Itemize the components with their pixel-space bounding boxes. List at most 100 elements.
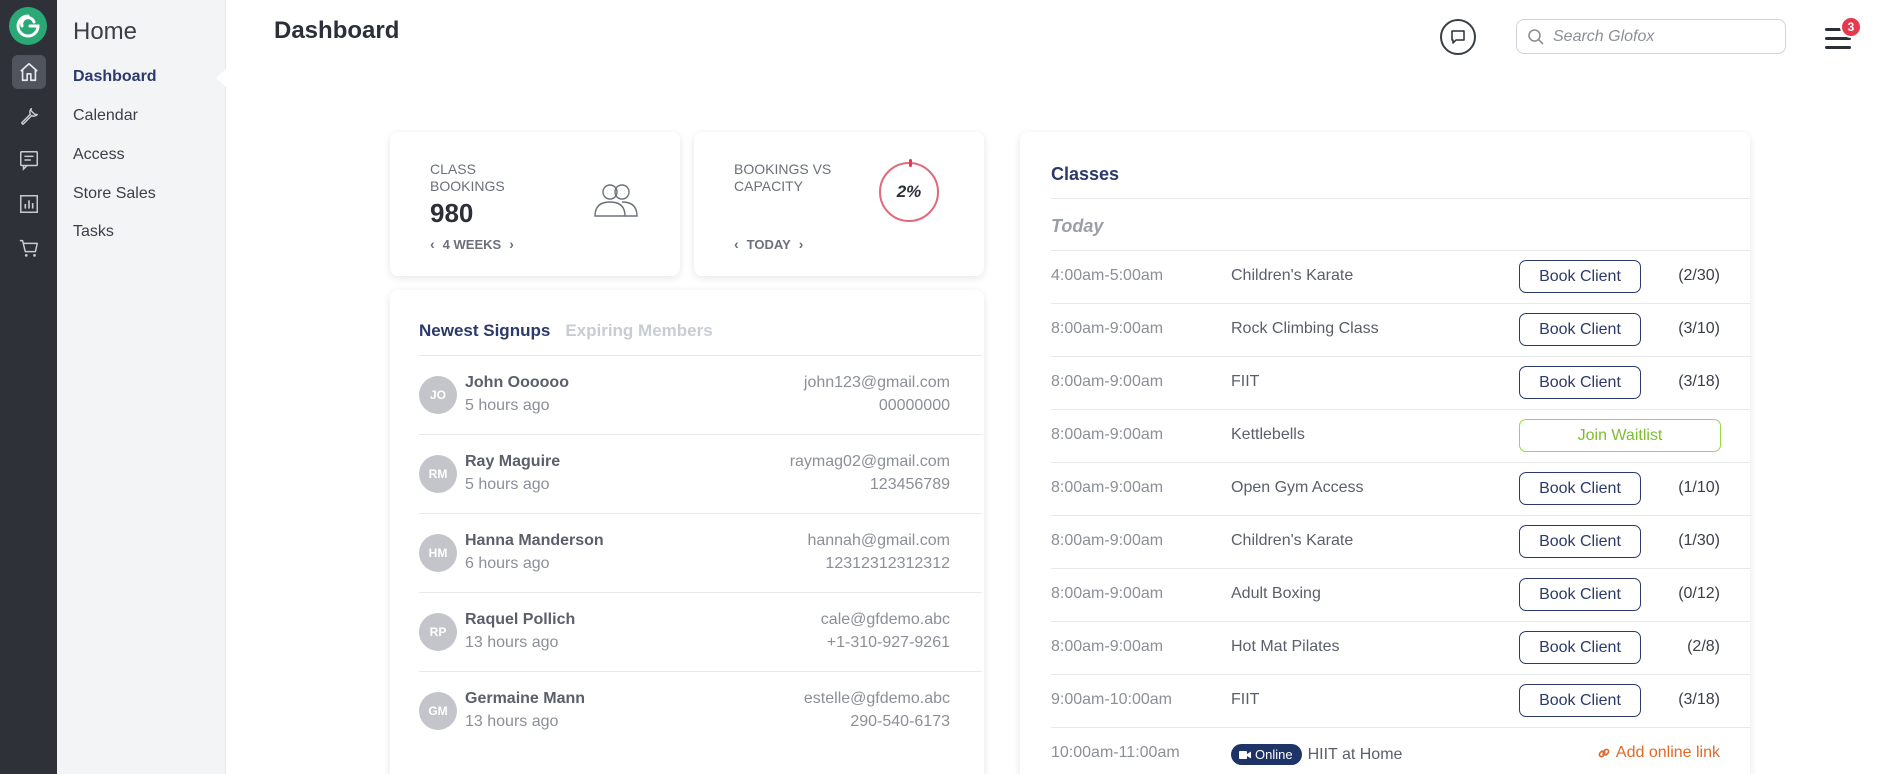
book-client-button[interactable]: Book Client bbox=[1519, 366, 1641, 399]
class-name-label: Kettlebells bbox=[1231, 426, 1305, 443]
class-name[interactable]: Children's Karate bbox=[1231, 532, 1353, 550]
online-label: Online bbox=[1255, 747, 1293, 762]
signup-row[interactable]: RP Raquel Pollich 13 hours ago cale@gfde… bbox=[419, 592, 982, 671]
class-capacity: (2/30) bbox=[1678, 267, 1720, 284]
class-name[interactable]: Online HIIT at Home bbox=[1231, 744, 1402, 765]
signup-time: 13 hours ago bbox=[465, 634, 559, 651]
class-time: 8:00am-9:00am bbox=[1051, 426, 1164, 443]
class-capacity: (1/30) bbox=[1678, 532, 1720, 549]
sidebar-item-dashboard[interactable]: Dashboard bbox=[73, 68, 157, 86]
members-icon bbox=[594, 184, 638, 217]
class-row: 9:00am-10:00am FIIT Book Client (3/18) bbox=[1051, 674, 1751, 727]
classes-title: Classes bbox=[1051, 164, 1120, 184]
signup-row[interactable]: HM Hanna Manderson 6 hours ago hannah@gm… bbox=[419, 513, 982, 592]
class-time: 8:00am-9:00am bbox=[1051, 638, 1164, 655]
chevron-left-icon[interactable]: ‹ bbox=[734, 236, 739, 252]
chevron-right-icon[interactable]: › bbox=[799, 236, 804, 252]
home-icon[interactable] bbox=[12, 55, 46, 89]
member-phone: 290-540-6173 bbox=[850, 713, 950, 730]
book-client-button[interactable]: Book Client bbox=[1519, 260, 1641, 293]
class-bookings-period: ‹ 4 WEEKS › bbox=[430, 236, 514, 252]
class-name[interactable]: Rock Climbing Class bbox=[1231, 320, 1379, 338]
chevron-right-icon[interactable]: › bbox=[509, 236, 514, 252]
signup-time: 5 hours ago bbox=[465, 476, 550, 493]
class-capacity: (3/18) bbox=[1678, 691, 1720, 708]
class-name[interactable]: FIIT bbox=[1231, 373, 1259, 391]
class-capacity: (0/12) bbox=[1678, 585, 1720, 602]
link-icon bbox=[1598, 748, 1610, 758]
signup-time: 13 hours ago bbox=[465, 713, 559, 730]
class-time: 8:00am-9:00am bbox=[1051, 479, 1164, 496]
signup-row[interactable]: RM Ray Maguire 5 hours ago raymag02@gmai… bbox=[419, 434, 982, 513]
class-row: 8:00am-9:00am Open Gym Access Book Client (… bbox=[1051, 462, 1751, 515]
signup-time: 6 hours ago bbox=[465, 555, 550, 572]
tab-expiring-members[interactable]: Expiring Members bbox=[565, 321, 712, 341]
chat-icon[interactable] bbox=[1440, 19, 1476, 55]
class-bookings-value: 980 bbox=[430, 198, 474, 228]
search-input[interactable] bbox=[1553, 27, 1773, 46]
book-client-button[interactable]: Book Client bbox=[1519, 472, 1641, 505]
member-email: raymag02@gmail.com bbox=[789, 453, 950, 470]
active-pointer bbox=[216, 69, 226, 87]
class-name[interactable]: Open Gym Access bbox=[1231, 479, 1364, 497]
tab-newest-signups[interactable]: Newest Signups bbox=[419, 321, 550, 341]
class-name-label: Rock Climbing Class bbox=[1231, 320, 1379, 337]
sidebar-item-store-sales[interactable]: Store Sales bbox=[73, 185, 156, 203]
signup-row[interactable]: GM Germaine Mann 13 hours ago estelle@gf… bbox=[419, 671, 982, 750]
book-client-button[interactable]: Book Client bbox=[1519, 684, 1641, 717]
class-row: 8:00am-9:00am Adult Boxing Book Client (0/1… bbox=[1051, 568, 1751, 621]
class-name[interactable]: Adult Boxing bbox=[1231, 585, 1321, 603]
class-time: 8:00am-9:00am bbox=[1051, 532, 1164, 549]
join-waitlist-button[interactable]: Join Waitlist bbox=[1519, 419, 1721, 452]
signup-list: JO John Oooooo 5 hours ago john123@gmail… bbox=[419, 355, 982, 750]
member-name[interactable]: Ray Maguire bbox=[465, 453, 560, 471]
day-label: Today bbox=[1051, 216, 1104, 236]
sidebar-item-calendar[interactable]: Calendar bbox=[73, 107, 138, 125]
period-label: TODAY bbox=[746, 236, 791, 252]
capacity-period: ‹ TODAY › bbox=[734, 236, 803, 252]
search-box[interactable] bbox=[1516, 19, 1786, 54]
sidebar-item-tasks[interactable]: Tasks bbox=[73, 223, 114, 241]
wrench-icon[interactable] bbox=[12, 99, 46, 133]
book-client-button[interactable]: Book Client bbox=[1519, 578, 1641, 611]
book-client-button[interactable]: Book Client bbox=[1519, 631, 1641, 664]
class-time: 10:00am-11:00am bbox=[1051, 744, 1180, 761]
bar-chart-icon[interactable] bbox=[12, 187, 46, 221]
cart-icon[interactable] bbox=[12, 231, 46, 265]
signups-card: Newest Signups Expiring Members JO John … bbox=[390, 290, 984, 774]
book-client-button[interactable]: Book Client bbox=[1519, 525, 1641, 558]
divider bbox=[1051, 198, 1751, 199]
avatar: RM bbox=[419, 455, 457, 493]
class-name[interactable]: Hot Mat Pilates bbox=[1231, 638, 1339, 656]
add-link-label: Add online link bbox=[1615, 744, 1720, 761]
period-label: 4 WEEKS bbox=[442, 236, 502, 252]
member-email: hannah@gmail.com bbox=[807, 532, 950, 549]
class-row: 8:00am-9:00am FIIT Book Client (3/18) bbox=[1051, 356, 1751, 409]
class-name-label: HIIT at Home bbox=[1307, 745, 1403, 763]
notification-badge[interactable]: 3 bbox=[1840, 16, 1862, 38]
member-name[interactable]: John Oooooo bbox=[465, 374, 569, 392]
chevron-left-icon[interactable]: ‹ bbox=[430, 236, 435, 252]
sidebar-title: Home bbox=[73, 18, 138, 45]
message-icon[interactable] bbox=[12, 143, 46, 177]
avatar: RP bbox=[419, 613, 457, 651]
member-name[interactable]: Raquel Pollich bbox=[465, 611, 575, 629]
class-time: 4:00am-5:00am bbox=[1051, 267, 1164, 284]
class-name-label: Hot Mat Pilates bbox=[1231, 638, 1340, 655]
class-list: 4:00am-5:00am Children's Karate Book Clien… bbox=[1051, 250, 1751, 774]
logo-icon[interactable] bbox=[9, 7, 47, 45]
app-root: Home Dashboard Calendar Access Store Sal… bbox=[0, 0, 1892, 774]
signup-row[interactable]: JO John Oooooo 5 hours ago john123@gmail… bbox=[419, 355, 982, 434]
member-name[interactable]: Germaine Mann bbox=[465, 690, 585, 708]
sidebar-item-access[interactable]: Access bbox=[73, 146, 125, 164]
signup-time: 5 hours ago bbox=[465, 397, 550, 414]
class-name[interactable]: Children's Karate bbox=[1231, 267, 1353, 285]
member-name[interactable]: Hanna Manderson bbox=[465, 532, 604, 550]
class-capacity: (2/8) bbox=[1687, 638, 1720, 655]
class-name[interactable]: FIIT bbox=[1231, 691, 1259, 709]
avatar: HM bbox=[419, 534, 457, 572]
add-online-link[interactable]: Add online link bbox=[1597, 744, 1720, 762]
avatar: JO bbox=[419, 376, 457, 414]
class-name[interactable]: Kettlebells bbox=[1231, 426, 1305, 444]
book-client-button[interactable]: Book Client bbox=[1519, 313, 1641, 346]
